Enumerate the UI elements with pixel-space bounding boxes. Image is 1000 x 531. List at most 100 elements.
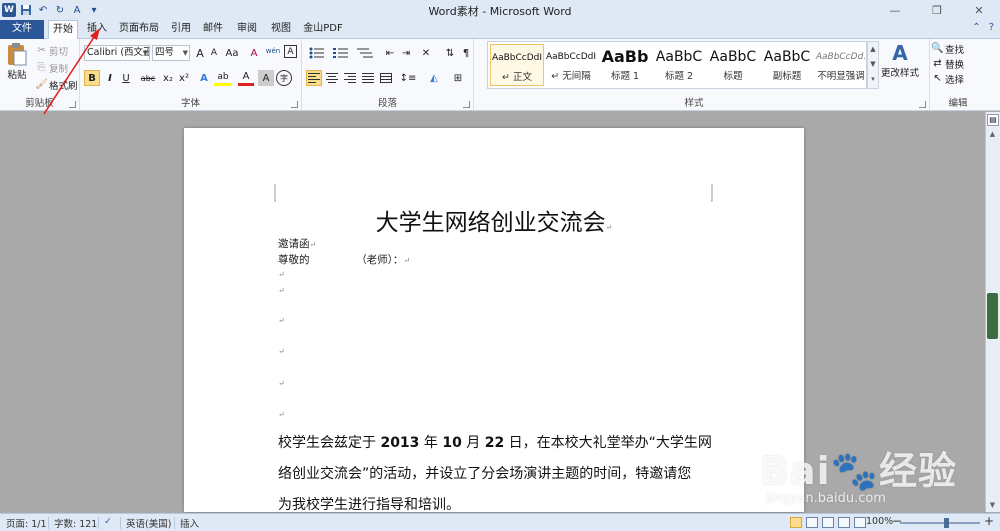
borders-icon[interactable]: ⊞ [448, 70, 468, 86]
style-preview: AaBbCcDd. [815, 52, 867, 62]
shading-icon[interactable]: ◭ [424, 70, 444, 86]
clipboard-launcher-icon[interactable] [69, 101, 76, 108]
font-size-combo[interactable]: 四号 ▼ [152, 45, 190, 61]
body-text-run: 年 [419, 435, 443, 451]
minimize-button[interactable]: — [874, 0, 916, 20]
character-shading-button[interactable]: A [258, 70, 274, 86]
tab-home[interactable]: 开始 [48, 20, 78, 40]
show-marks-icon[interactable]: ¶ [458, 45, 474, 61]
style-subtitle[interactable]: AaBbC 副标题 [760, 44, 814, 86]
select-button[interactable]: ↖ 选择 [930, 71, 964, 86]
style-heading-2[interactable]: AaBbC 标题 2 [652, 44, 706, 86]
change-case-button[interactable]: Aa [222, 45, 242, 61]
zoom-slider-thumb[interactable] [944, 518, 949, 528]
align-center-icon[interactable] [324, 70, 340, 86]
style-normal[interactable]: AaBbCcDdI ↵ 正文 [490, 44, 544, 86]
zoom-level[interactable]: 100% [866, 516, 893, 527]
bold-button[interactable]: B [84, 70, 100, 86]
font-color-button[interactable]: A [238, 70, 254, 86]
sort-icon[interactable]: ⇅ [442, 45, 458, 61]
collapse-ribbon-icon[interactable]: ⌃ [972, 22, 980, 33]
scroll-up-icon[interactable]: ▲ [986, 128, 999, 141]
scroll-down-icon[interactable]: ▼ [986, 499, 999, 512]
align-left-icon[interactable] [306, 70, 322, 86]
align-right-icon[interactable] [342, 70, 358, 86]
cut-button[interactable]: ✂ 剪切 [34, 43, 68, 58]
full-screen-reading-icon[interactable] [806, 517, 818, 528]
page-count[interactable]: 页面: 1/1 [6, 516, 47, 530]
paragraph-launcher-icon[interactable] [463, 101, 470, 108]
find-button[interactable]: 🔍 查找 [930, 41, 964, 56]
document-page[interactable]: 大学生网络创业交流会↵ 邀请函↵ 尊敬的 （老师）：↵ ↵ ↵ ↵ ↵ ↵ ↵ … [184, 128, 804, 512]
text-effects-button[interactable]: A [196, 70, 212, 86]
body-line-1: 校学生会兹定于 2013 年 10 月 22 日，在本校大礼堂举办“大学生网 [278, 428, 718, 459]
replace-button[interactable]: ⇄ 替换 [930, 56, 964, 71]
bullets-icon[interactable] [306, 45, 328, 61]
gallery-scroll[interactable]: ▲ ▼ ▾ [867, 41, 879, 89]
tab-references[interactable]: 引用 [168, 20, 194, 39]
multilevel-list-icon[interactable] [354, 45, 376, 61]
view-ruler-icon[interactable]: ▤ [987, 114, 999, 126]
tab-insert[interactable]: 插入 [84, 20, 110, 39]
outline-view-icon[interactable] [838, 517, 850, 528]
web-layout-icon[interactable] [822, 517, 834, 528]
distributed-icon[interactable] [378, 70, 394, 86]
italic-button[interactable]: I [102, 70, 118, 86]
enclose-characters-button[interactable]: 字 [276, 70, 292, 86]
print-layout-view-icon[interactable] [790, 517, 802, 528]
status-separator [174, 517, 175, 529]
body-paragraph: 校学生会兹定于 2013 年 10 月 22 日，在本校大礼堂举办“大学生网 络… [278, 428, 718, 512]
font-name-combo[interactable]: Calibri (西文正 ▼ [84, 45, 150, 61]
tab-view[interactable]: 视图 [268, 20, 294, 39]
zoom-slider[interactable] [900, 522, 980, 524]
close-button[interactable]: ✕ [958, 0, 1000, 20]
style-name: 不明显强调 [817, 71, 865, 82]
tab-file[interactable]: 文件 [0, 20, 44, 39]
tab-page-layout[interactable]: 页面布局 [116, 20, 162, 39]
chinese-layout-icon[interactable]: ✕ [418, 45, 434, 61]
change-styles-button[interactable]: A 更改样式 [880, 41, 920, 87]
justify-icon[interactable] [360, 70, 376, 86]
phonetic-guide-button[interactable]: wén [264, 43, 282, 59]
superscript-button[interactable]: x² [176, 70, 192, 86]
highlight-button[interactable]: ab [214, 70, 232, 86]
decrease-indent-icon[interactable]: ⇤ [382, 45, 398, 61]
zoom-out-button[interactable]: − [892, 514, 902, 528]
style-name: 标题 1 [610, 71, 640, 82]
style-title[interactable]: AaBbC 标题 [706, 44, 760, 86]
shrink-font-button[interactable]: A [206, 45, 222, 61]
restore-button[interactable]: ❐ [916, 0, 958, 20]
insert-mode[interactable]: 插入 [180, 516, 199, 530]
styles-launcher-icon[interactable] [919, 101, 926, 108]
style-subtle-emphasis[interactable]: AaBbCcDd. 不明显强调 [814, 44, 868, 86]
clear-format-button[interactable]: A [246, 45, 262, 61]
copy-button[interactable]: ⎘ 复制 [34, 60, 69, 75]
proofing-icon[interactable]: ✓ [104, 516, 112, 527]
style-heading-1[interactable]: AaBb 标题 1 [598, 44, 652, 86]
paste-button[interactable]: 粘贴 [4, 41, 30, 93]
scroll-thumb[interactable] [987, 293, 998, 339]
tab-review[interactable]: 审阅 [233, 20, 261, 39]
underline-button[interactable]: U [118, 70, 134, 86]
strikethrough-button[interactable]: abc [138, 70, 158, 86]
tab-kingsoft-pdf[interactable]: 金山PDF [300, 20, 346, 39]
word-count[interactable]: 字数: 121 [54, 516, 97, 530]
help-icon[interactable]: ? [989, 22, 994, 33]
format-painter-button[interactable]: 🖌 格式刷 [34, 77, 77, 92]
character-border-button[interactable]: A [284, 45, 297, 58]
zoom-in-button[interactable]: + [984, 514, 994, 528]
paragraph-group: ⇤ ⇥ ✕ ⇅ ¶ ↕≡ ◭ ⊞ 段落 [302, 39, 474, 111]
draft-view-icon[interactable] [854, 517, 866, 528]
body-line-3: 为我校学生进行指导和培训。 [278, 497, 460, 512]
language-indicator[interactable]: 英语(美国) [126, 516, 171, 530]
numbering-icon[interactable] [330, 45, 352, 61]
magnifier-icon: 🔍 [931, 43, 944, 54]
font-launcher-icon[interactable] [291, 101, 298, 108]
vertical-scrollbar[interactable]: ▲ ▼ [986, 128, 999, 512]
line-spacing-icon[interactable]: ↕≡ [398, 70, 418, 86]
font-name-value: Calibri (西文正 [87, 47, 150, 58]
style-no-spacing[interactable]: AaBbCcDdI ↵ 无间隔 [544, 44, 598, 86]
increase-indent-icon[interactable]: ⇥ [398, 45, 414, 61]
subscript-button[interactable]: x₂ [160, 70, 176, 86]
tab-mailings[interactable]: 邮件 [200, 20, 226, 39]
